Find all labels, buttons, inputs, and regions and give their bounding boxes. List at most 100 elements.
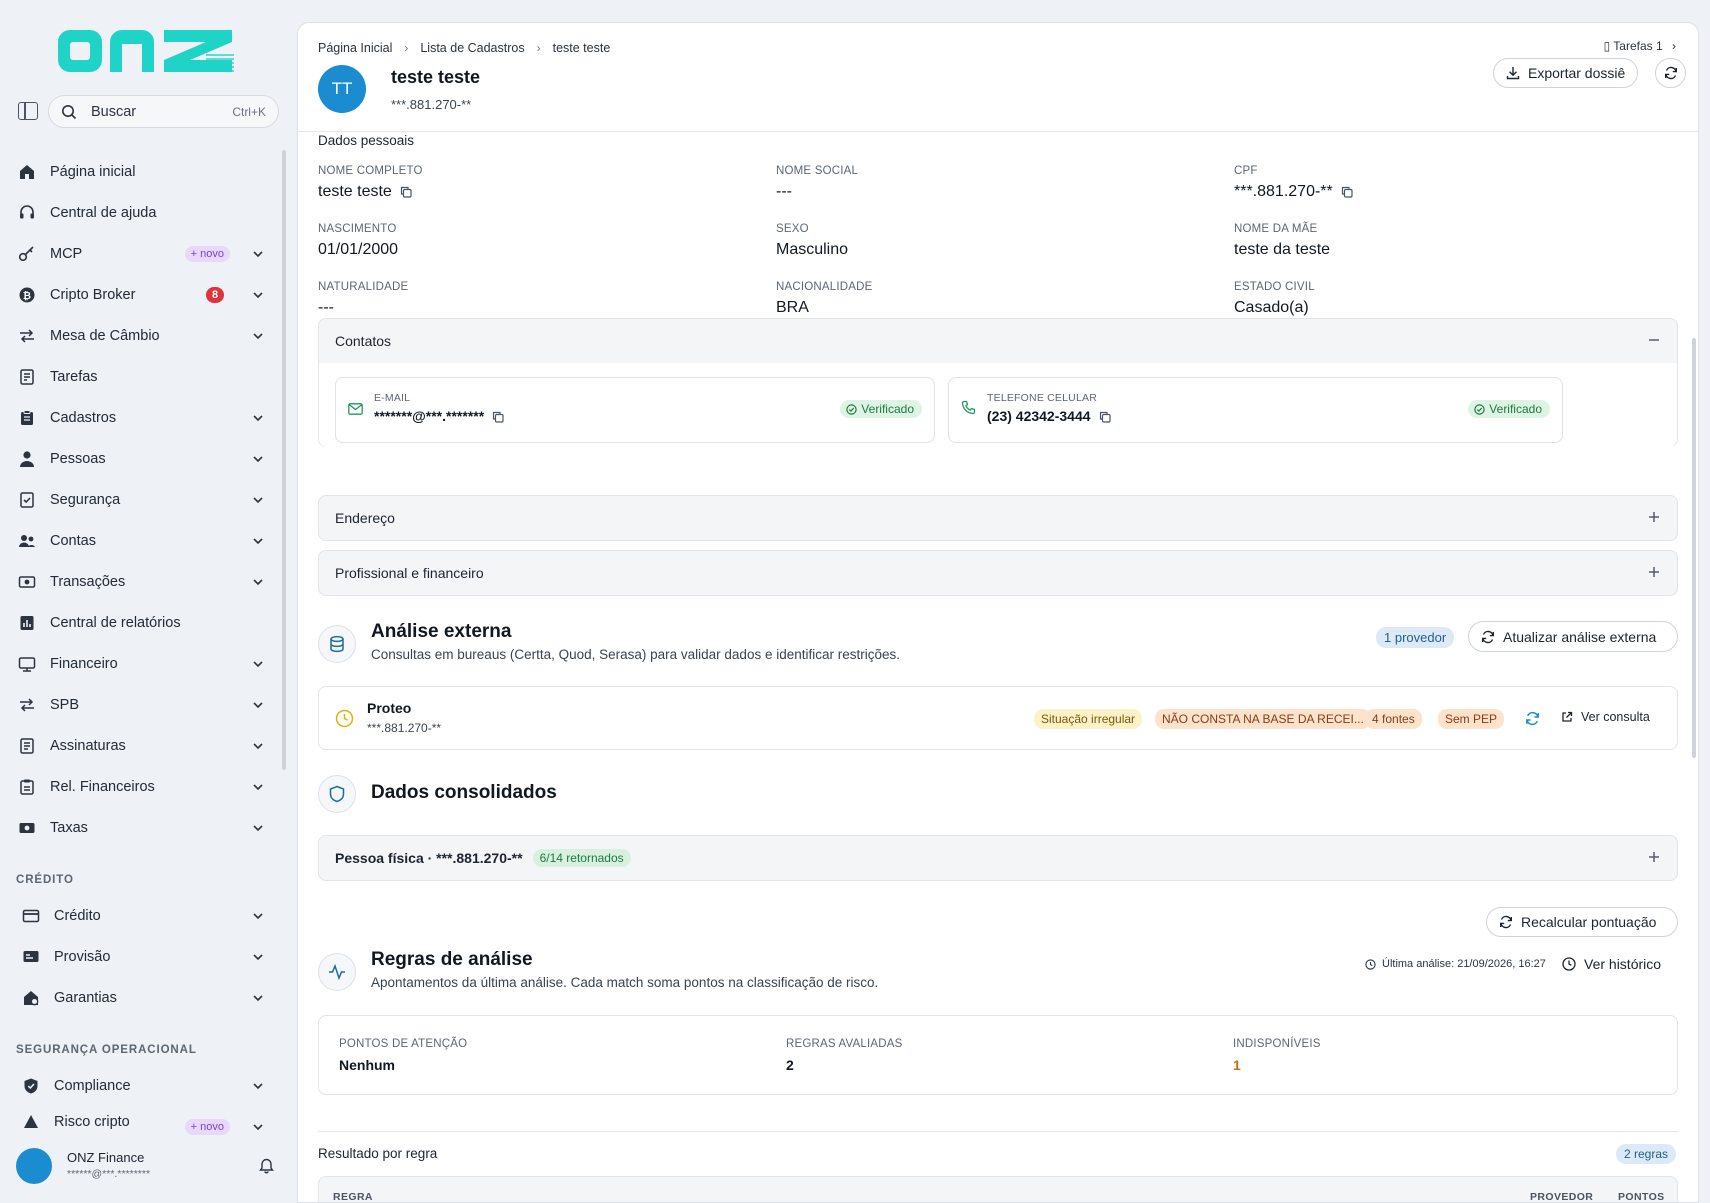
view-history-link[interactable]: Ver histórico bbox=[1562, 956, 1661, 972]
main-scrollbar[interactable] bbox=[1692, 338, 1696, 758]
person-cpf: ***.881.270-** bbox=[391, 97, 472, 112]
view-query-link[interactable]: Ver consulta bbox=[1561, 710, 1650, 724]
sidebar-item-transações[interactable]: Transações bbox=[0, 564, 280, 600]
sidebar-item-página-inicial[interactable]: Página inicial bbox=[0, 154, 280, 190]
refresh-icon[interactable] bbox=[1525, 711, 1540, 726]
sidebar-item-label: Risco cripto bbox=[54, 1114, 130, 1130]
sidebar-scrollbar[interactable] bbox=[282, 150, 286, 770]
sidebar-item-label: Segurança bbox=[50, 492, 121, 508]
expand-plus-icon[interactable] bbox=[1647, 850, 1661, 864]
copy-icon[interactable] bbox=[1099, 411, 1111, 423]
sidebar-item-risco-cripto[interactable]: Risco cripto + novo bbox=[0, 1109, 280, 1135]
column-provider[interactable]: PROVEDOR bbox=[1530, 1191, 1593, 1202]
chevron-down-icon[interactable] bbox=[252, 740, 264, 752]
copy-icon[interactable] bbox=[1341, 186, 1353, 198]
chevron-down-icon[interactable] bbox=[252, 330, 264, 342]
rules-title: Regras de análise bbox=[371, 949, 533, 970]
consolidated-panel[interactable]: Pessoa física · ***.881.270-** 6/14 reto… bbox=[318, 835, 1678, 881]
sidebar-item-label: Provisão bbox=[54, 949, 111, 965]
consolidated-row: Pessoa física · ***.881.270-** bbox=[335, 850, 523, 866]
sidebar-item-rel-financeiros[interactable]: Rel. Financeiros bbox=[0, 769, 280, 805]
column-points[interactable]: PONTOS bbox=[1618, 1191, 1665, 1202]
chevron-down-icon[interactable] bbox=[252, 289, 264, 301]
address-header[interactable]: Endereço bbox=[319, 496, 1677, 540]
expand-plus-icon[interactable] bbox=[1647, 565, 1661, 579]
chevron-down-icon[interactable] bbox=[252, 1080, 264, 1092]
rules-count-badge: 2 regras bbox=[1616, 1144, 1677, 1164]
chevron-down-icon[interactable] bbox=[252, 412, 264, 424]
chevron-down-icon[interactable] bbox=[252, 494, 264, 506]
onz-logo[interactable] bbox=[56, 22, 236, 74]
search-shortcut: Ctrl+K bbox=[232, 104, 266, 119]
sidebar-item-mesa-de-câmbio[interactable]: Mesa de Câmbio bbox=[0, 318, 280, 354]
sidebar-item-financeiro[interactable]: Financeiro bbox=[0, 646, 280, 682]
sidebar-item-pessoas[interactable]: Pessoas bbox=[0, 441, 280, 477]
contacts-header[interactable]: Contatos bbox=[319, 319, 1677, 363]
breadcrumb-home[interactable]: Página Inicial bbox=[318, 41, 392, 55]
address-panel[interactable]: Endereço bbox=[318, 495, 1678, 541]
sidebar-item-crédito[interactable]: Crédito bbox=[0, 898, 280, 934]
chevron-down-icon[interactable] bbox=[252, 781, 264, 793]
chevron-down-icon[interactable] bbox=[252, 658, 264, 670]
copy-icon[interactable] bbox=[492, 411, 504, 423]
sidebar-item-label: Página inicial bbox=[50, 164, 136, 180]
consolidated-header[interactable]: Pessoa física · ***.881.270-** 6/14 reto… bbox=[319, 836, 1677, 880]
chevron-down-icon[interactable] bbox=[252, 576, 264, 588]
external-link-icon bbox=[1562, 711, 1573, 722]
sidebar-item-contas[interactable]: Contas bbox=[0, 523, 280, 559]
sidebar-toggle-icon[interactable] bbox=[18, 102, 38, 120]
expand-plus-icon[interactable] bbox=[1647, 510, 1661, 524]
user-avatar[interactable] bbox=[16, 1148, 52, 1184]
sidebar-item-label: Pessoas bbox=[50, 451, 106, 467]
email-label: E-MAIL bbox=[374, 392, 411, 404]
sidebar-item-compliance[interactable]: Compliance bbox=[0, 1068, 280, 1104]
bell-icon[interactable] bbox=[259, 1158, 274, 1174]
email-value: *******@***.******* bbox=[374, 408, 504, 424]
professional-panel[interactable]: Profissional e financeiro bbox=[318, 550, 1678, 596]
chevron-down-icon[interactable] bbox=[252, 699, 264, 711]
column-rule[interactable]: REGRA bbox=[333, 1191, 373, 1202]
sidebar-item-assinaturas[interactable]: Assinaturas bbox=[0, 728, 280, 764]
sidebar-item-central-de-ajuda[interactable]: Central de ajuda bbox=[0, 195, 280, 231]
update-external-label: Atualizar análise externa bbox=[1503, 628, 1657, 645]
collapse-minus-icon[interactable] bbox=[1647, 333, 1661, 347]
chevron-down-icon[interactable] bbox=[252, 992, 264, 1004]
tasks-link[interactable]: ▯ Tarefas 1 › bbox=[1604, 39, 1676, 53]
shield-icon bbox=[24, 1078, 38, 1094]
contacts-panel: Contatos E-MAIL *******@***.******* Veri… bbox=[318, 318, 1678, 447]
search-icon bbox=[62, 104, 77, 119]
chevron-down-icon[interactable] bbox=[252, 822, 264, 834]
chevron-down-icon[interactable] bbox=[252, 453, 264, 465]
sidebar-item-garantias[interactable]: Garantias bbox=[0, 980, 280, 1016]
phone-verified-badge: Verificado bbox=[1468, 400, 1550, 418]
breadcrumb-registrations[interactable]: Lista de Cadastros bbox=[420, 41, 524, 55]
chevron-down-icon[interactable] bbox=[252, 1121, 264, 1133]
sidebar-item-tarefas[interactable]: Tarefas bbox=[0, 359, 280, 395]
export-dossier-button[interactable]: Exportar dossiê bbox=[1493, 58, 1639, 88]
update-external-analysis-button[interactable]: Atualizar análise externa bbox=[1468, 621, 1678, 652]
sidebar-item-central-de-relatórios[interactable]: Central de relatórios bbox=[0, 605, 280, 641]
tag-no-pep: Sem PEP bbox=[1438, 709, 1505, 729]
search-input[interactable]: Buscar Ctrl+K bbox=[48, 95, 279, 128]
tag-sources: 4 fontes bbox=[1365, 709, 1422, 729]
sidebar-item-cadastros[interactable]: Cadastros bbox=[0, 400, 280, 436]
sidebar-item-cripto-broker[interactable]: ₿ Cripto Broker 8 bbox=[0, 277, 280, 313]
sidebar-item-mcp[interactable]: MCP + novo bbox=[0, 236, 280, 272]
chevron-down-icon[interactable] bbox=[252, 951, 264, 963]
sidebar-item-segurança[interactable]: Segurança bbox=[0, 482, 280, 518]
sidebar-item-taxas[interactable]: Taxas bbox=[0, 810, 280, 846]
recalculate-score-button[interactable]: Recalcular pontuação bbox=[1486, 907, 1678, 937]
refresh-button[interactable] bbox=[1655, 58, 1686, 88]
person-avatar: TT bbox=[318, 65, 366, 113]
shield-icon bbox=[318, 775, 356, 813]
sidebar-item-provisão[interactable]: Provisão bbox=[0, 939, 280, 975]
professional-header[interactable]: Profissional e financeiro bbox=[319, 551, 1677, 595]
contacts-title: Contatos bbox=[335, 333, 392, 349]
chevron-down-icon[interactable] bbox=[252, 535, 264, 547]
sidebar-item-spb[interactable]: SPB bbox=[0, 687, 280, 723]
chevron-down-icon[interactable] bbox=[252, 910, 264, 922]
headset-icon bbox=[20, 205, 34, 219]
cash-icon bbox=[19, 823, 35, 833]
chevron-down-icon[interactable] bbox=[252, 248, 264, 260]
copy-icon[interactable] bbox=[400, 186, 412, 198]
